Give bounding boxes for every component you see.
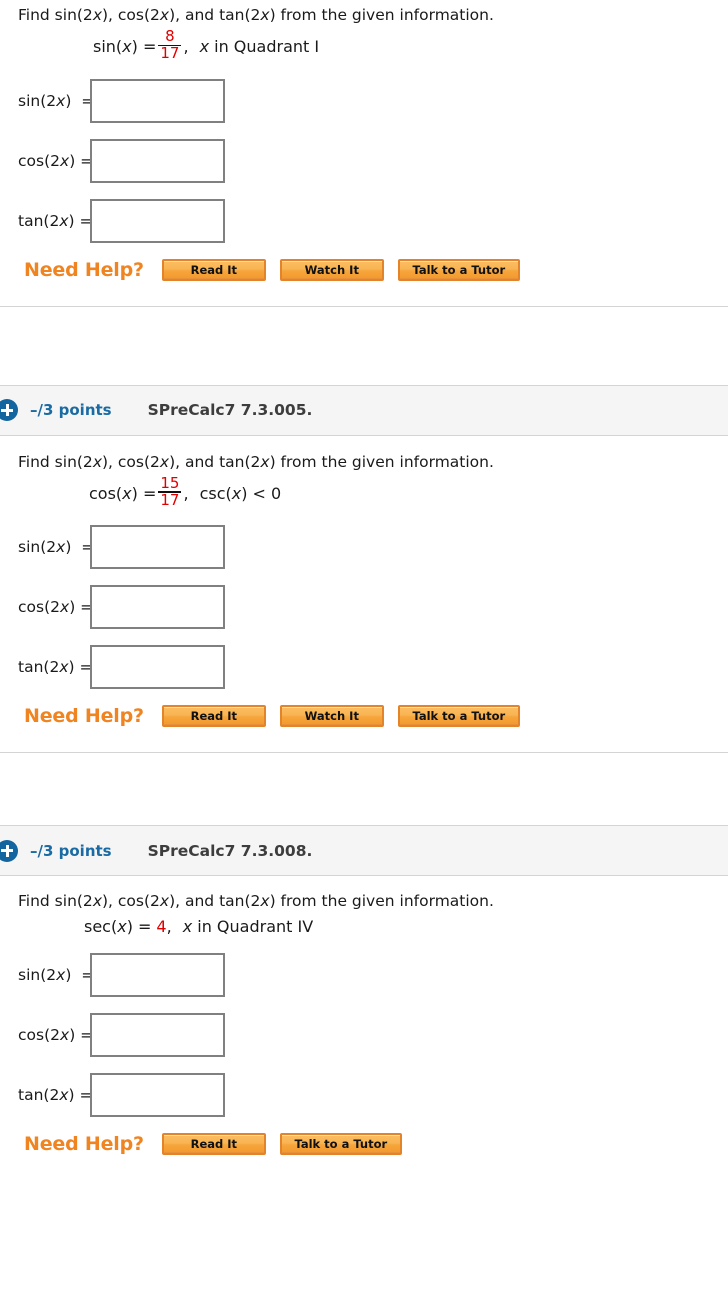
read-it-button[interactable]: Read It: [161, 1132, 266, 1155]
answer-row-sin: sin(2x) =: [0, 951, 728, 999]
fraction-denominator: 17: [160, 44, 180, 63]
italic-x: x: [159, 6, 170, 24]
talk-to-a-tutor-button[interactable]: Talk to a Tutor: [397, 258, 520, 281]
need-help-row: Need Help? Read It Watch It Talk to a Tu…: [0, 258, 728, 281]
plus-circle-icon[interactable]: [0, 839, 18, 862]
spacer: [0, 753, 728, 826]
answer-label-sin: sin(2x) =: [18, 538, 95, 557]
answer-row-cos: cos(2x) =: [0, 137, 728, 185]
given-value: 4: [156, 917, 167, 937]
need-help-row: Need Help? Read It Talk to a Tutor: [0, 1132, 728, 1155]
plus-circle-icon[interactable]: [0, 399, 18, 422]
sin-2x-input[interactable]: [90, 952, 225, 997]
given-condition: x in Quadrant I: [199, 37, 320, 56]
problem-block-2: –/3 points SPreCalc7 7.3.005. Find sin(2…: [0, 384, 728, 728]
given-condition: csc(x) < 0: [199, 483, 282, 503]
given-information: sec(x) = 4 , x in Quadrant IV: [0, 911, 728, 943]
sin-2x-input[interactable]: [90, 525, 225, 570]
talk-to-a-tutor-button[interactable]: Talk to a Tutor: [397, 705, 520, 728]
watch-it-button[interactable]: Watch It: [279, 258, 384, 281]
problem-id-label: SPreCalc7 7.3.008.: [147, 841, 313, 860]
answer-label-tan: tan(2x) =: [18, 658, 93, 677]
answer-label-cos: cos(2x) =: [18, 1025, 94, 1044]
problem-header-3: –/3 points SPreCalc7 7.3.008.: [0, 825, 728, 877]
answer-label-sin: sin(2x) =: [18, 965, 95, 984]
tan-2x-input[interactable]: [90, 1072, 225, 1117]
given-condition: x in Quadrant IV: [182, 917, 314, 937]
cos-2x-input[interactable]: [90, 138, 225, 183]
italic-x: x: [260, 6, 270, 24]
read-it-button[interactable]: Read It: [161, 258, 266, 281]
italic-x: x: [92, 6, 102, 24]
spacer: [0, 306, 728, 385]
need-help-label: Need Help?: [24, 705, 144, 728]
cos-2x-input[interactable]: [90, 585, 225, 630]
cos-2x-input[interactable]: [90, 1012, 225, 1057]
tan-2x-input[interactable]: [90, 645, 225, 690]
given-information: cos(x) = 15 17 , csc(x) < 0: [0, 471, 728, 515]
points-label: –/3 points: [30, 401, 112, 420]
fraction: 15 17: [158, 473, 182, 509]
given-comma: ,: [166, 917, 172, 937]
problem-block-3: –/3 points SPreCalc7 7.3.008. Find sin(2…: [0, 825, 728, 1155]
problem-header-2: –/3 points SPreCalc7 7.3.005.: [0, 384, 728, 436]
answer-row-cos: cos(2x) =: [0, 1011, 728, 1059]
given-function: sin(x) =: [93, 37, 157, 56]
fraction-denominator: 17: [160, 490, 180, 509]
problem-prompt: Find sin(2x), cos(2x), and tan(2x) from …: [18, 6, 494, 24]
answer-row-sin: sin(2x) =: [0, 77, 728, 125]
answer-label-tan: tan(2x) =: [18, 211, 93, 230]
answer-row-cos: cos(2x) =: [0, 583, 728, 631]
read-it-button[interactable]: Read It: [161, 705, 266, 728]
given-function: cos(x) =: [89, 483, 157, 503]
fraction-numerator: 15: [160, 473, 180, 492]
answer-label-cos: cos(2x) =: [18, 598, 94, 617]
given-function: sec(x) =: [84, 917, 152, 937]
given-information: sin(x) = 8 17 , x in Quadrant I: [0, 25, 728, 69]
problem-block-1: Find sin(2x), cos(2x), and tan(2x) from …: [0, 0, 728, 281]
answer-row-tan: tan(2x) =: [0, 1071, 728, 1119]
answer-label-tan: tan(2x) =: [18, 1085, 93, 1104]
need-help-row: Need Help? Read It Watch It Talk to a Tu…: [0, 705, 728, 728]
need-help-label: Need Help?: [24, 1132, 144, 1155]
need-help-label: Need Help?: [24, 258, 144, 281]
sin-2x-input[interactable]: [90, 78, 225, 123]
answer-label-cos: cos(2x) =: [18, 151, 94, 170]
answer-row-sin: sin(2x) =: [0, 523, 728, 571]
given-comma: ,: [183, 483, 189, 503]
talk-to-a-tutor-button[interactable]: Talk to a Tutor: [279, 1132, 402, 1155]
fraction-numerator: 8: [165, 27, 175, 46]
answer-label-sin: sin(2x) =: [18, 91, 95, 110]
answer-row-tan: tan(2x) =: [0, 197, 728, 245]
problem-id-label: SPreCalc7 7.3.005.: [147, 401, 313, 420]
answer-row-tan: tan(2x) =: [0, 643, 728, 691]
problem-prompt: Find sin(2x), cos(2x), and tan(2x) from …: [18, 892, 494, 911]
problem-prompt: Find sin(2x), cos(2x), and tan(2x) from …: [18, 452, 494, 471]
watch-it-button[interactable]: Watch It: [279, 705, 384, 728]
tan-2x-input[interactable]: [90, 198, 225, 243]
fraction: 8 17: [158, 27, 182, 63]
given-comma: ,: [183, 37, 189, 56]
points-label: –/3 points: [30, 841, 112, 860]
